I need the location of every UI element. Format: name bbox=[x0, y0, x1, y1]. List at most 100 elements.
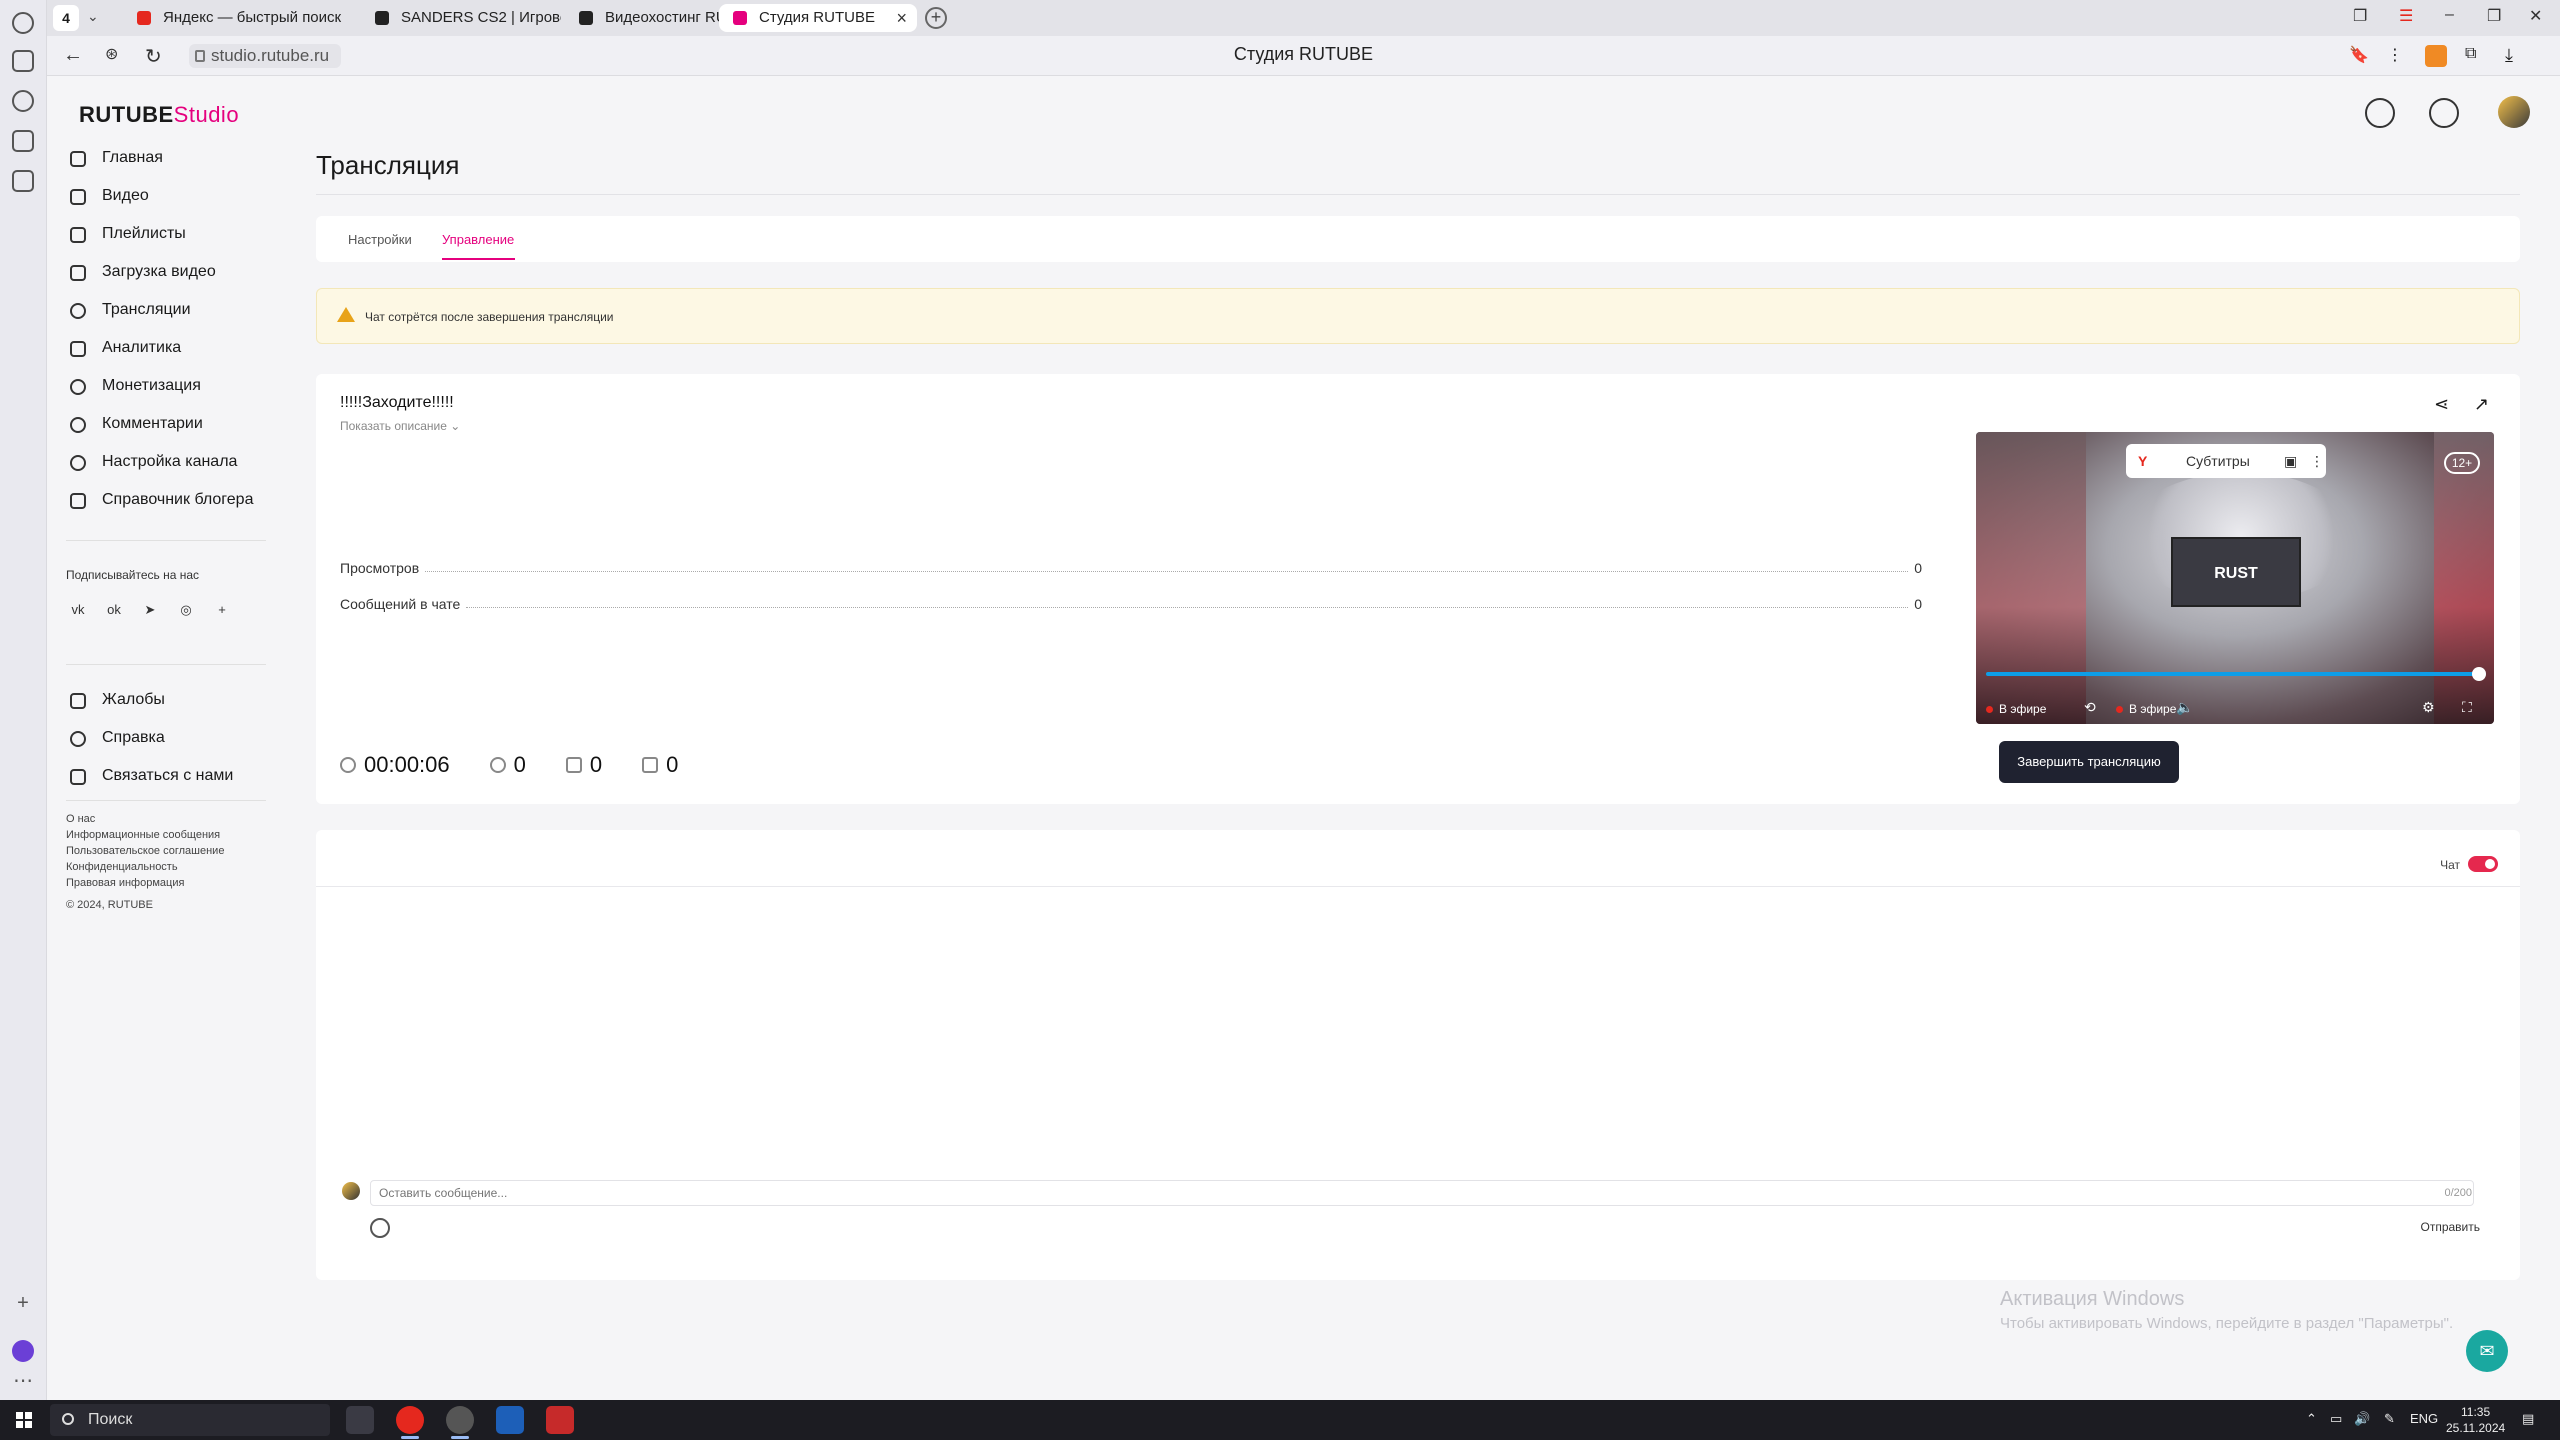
reload-icon[interactable]: ↻ bbox=[145, 44, 162, 69]
video-player[interactable]: RUST Y Субтитры ▣ ⋮ 12+ В эфире ⟲ В эфир… bbox=[1976, 432, 2494, 724]
chevron-down-icon[interactable]: ⌄ bbox=[87, 8, 99, 25]
sidebar-item-home[interactable]: Главная bbox=[68, 144, 268, 182]
network-icon[interactable]: ▭ bbox=[2330, 1411, 2342, 1427]
send-button[interactable]: Отправить bbox=[2420, 1220, 2480, 1234]
subtitles-button[interactable]: Субтитры bbox=[2186, 444, 2250, 478]
obs-icon[interactable] bbox=[446, 1406, 474, 1434]
footer-link-about[interactable]: О нас bbox=[66, 811, 224, 827]
yandex-browser-icon[interactable] bbox=[396, 1406, 424, 1434]
new-tab-plus-icon[interactable]: + bbox=[925, 7, 947, 29]
show-description-toggle[interactable]: Показать описание ⌄ bbox=[340, 419, 460, 433]
tab-count[interactable]: 4 bbox=[53, 5, 79, 31]
rutube-favicon-icon bbox=[579, 11, 593, 25]
browser-tab-studio[interactable]: Студия RUTUBE × bbox=[719, 4, 917, 32]
close-icon[interactable]: × bbox=[896, 4, 907, 32]
copyright: © 2024, RUTUBE bbox=[66, 899, 153, 911]
notifications-icon[interactable]: ▤ bbox=[2522, 1411, 2534, 1427]
footer-link-privacy[interactable]: Конфиденциальность bbox=[66, 859, 224, 875]
sidebar-item-comments[interactable]: Комментарии bbox=[68, 410, 268, 448]
player-progress-bar[interactable] bbox=[1986, 667, 2486, 681]
back-arrow-icon[interactable]: ← bbox=[63, 44, 83, 67]
windows-start-icon[interactable] bbox=[16, 1412, 32, 1428]
vk-icon[interactable]: vk bbox=[66, 598, 90, 622]
dotted-leader bbox=[466, 607, 1909, 608]
chat-message-input[interactable] bbox=[370, 1180, 2474, 1206]
footer-link-info[interactable]: Информационные сообщения bbox=[66, 827, 224, 843]
chat-char-count: 0/200 bbox=[2444, 1187, 2472, 1199]
progress-knob[interactable] bbox=[2472, 667, 2486, 681]
footer-link-legal[interactable]: Правовая информация bbox=[66, 875, 224, 891]
chat-toggle[interactable] bbox=[2468, 856, 2498, 872]
game-app-icon[interactable] bbox=[546, 1406, 574, 1434]
viber-icon[interactable]: ◎ bbox=[174, 598, 198, 622]
minimize-icon[interactable]: – bbox=[2445, 6, 2454, 24]
sidebar-item-playlists[interactable]: Плейлисты bbox=[68, 220, 268, 258]
more-icon[interactable]: ⋯ bbox=[12, 1370, 34, 1392]
rutube-studio-logo[interactable]: RUTUBEStudio bbox=[79, 102, 239, 128]
speaker-icon[interactable]: 🔊 bbox=[2354, 1411, 2370, 1427]
external-link-icon[interactable]: ↗ bbox=[2474, 394, 2494, 414]
tab-management[interactable]: Управление bbox=[442, 232, 514, 247]
alice-icon[interactable] bbox=[12, 1340, 34, 1362]
language-indicator[interactable]: ENG bbox=[2410, 1411, 2438, 1426]
end-stream-button[interactable]: Завершить трансляцию bbox=[1999, 741, 2179, 783]
emoji-icon[interactable] bbox=[370, 1218, 390, 1238]
avatar[interactable] bbox=[2498, 96, 2530, 128]
more-vertical-icon[interactable]: ⋮ bbox=[2387, 45, 2409, 67]
sidebar-item-help[interactable]: Справка bbox=[68, 724, 268, 762]
bell-icon[interactable] bbox=[2429, 98, 2459, 128]
app-window-icon[interactable] bbox=[496, 1406, 524, 1434]
extension-icon[interactable] bbox=[2425, 45, 2447, 67]
sidebar-item-broadcasts[interactable]: Трансляции bbox=[68, 296, 268, 334]
sidebar-item-analytics[interactable]: Аналитика bbox=[68, 334, 268, 372]
tabs-card: Настройки Управление bbox=[316, 216, 2520, 262]
sidebar-item-contact[interactable]: Связаться с нами bbox=[68, 762, 268, 800]
more-socials-icon[interactable]: + bbox=[210, 598, 234, 622]
footer-link-agreement[interactable]: Пользовательское соглашение bbox=[66, 843, 224, 859]
telegram-icon[interactable]: ➤ bbox=[138, 598, 162, 622]
restore-icon[interactable]: ❐ bbox=[2487, 6, 2501, 26]
media-icon[interactable] bbox=[12, 90, 34, 112]
rewind-icon[interactable]: ⟲ bbox=[2084, 699, 2096, 716]
support-chat-button[interactable]: ✉ bbox=[2466, 1330, 2508, 1372]
live-button[interactable]: В эфире bbox=[2116, 702, 2176, 716]
sidebar-item-complaints[interactable]: Жалобы bbox=[68, 686, 268, 724]
extensions-puzzle-icon[interactable]: ⧉ bbox=[2465, 45, 2487, 67]
yandex-menu-icon[interactable]: ☰ bbox=[2399, 6, 2413, 26]
share-icon[interactable]: ⋖ bbox=[2434, 394, 2454, 414]
dislikes-counter: 0 bbox=[642, 752, 678, 778]
sidebar-item-blogger-guide[interactable]: Справочник блогера bbox=[68, 486, 268, 524]
add-content-icon[interactable] bbox=[2365, 98, 2395, 128]
pip-icon[interactable]: ▣ bbox=[2284, 444, 2297, 478]
settings-icon[interactable]: ⚙ bbox=[2422, 699, 2435, 716]
taskbar-clock[interactable]: 11:35 25.11.2024 bbox=[2446, 1404, 2505, 1436]
browser-tab-sanders[interactable]: SANDERS CS2 | Игровой bbox=[361, 4, 561, 32]
protect-icon[interactable]: ⊛ bbox=[105, 44, 118, 64]
ok-icon[interactable]: ok bbox=[102, 598, 126, 622]
close-window-icon[interactable]: ✕ bbox=[2529, 6, 2542, 26]
volume-icon[interactable]: 🔈 bbox=[2176, 699, 2193, 716]
more-vertical-icon[interactable]: ⋮ bbox=[2310, 444, 2324, 478]
sidebar-item-monetization[interactable]: Монетизация bbox=[68, 372, 268, 410]
task-view-icon[interactable] bbox=[346, 1406, 374, 1434]
tab-groups-icon[interactable] bbox=[12, 130, 34, 152]
yandex-icon[interactable]: Y bbox=[2138, 444, 2147, 478]
collections-icon[interactable] bbox=[12, 50, 34, 72]
plus-icon[interactable]: + bbox=[12, 1292, 34, 1314]
tray-chevron-up-icon[interactable]: ⌃ bbox=[2306, 1411, 2317, 1427]
fullscreen-icon[interactable]: ⛶ bbox=[2462, 699, 2472, 716]
sidebar-item-video[interactable]: Видео bbox=[68, 182, 268, 220]
window-manager-icon[interactable]: ❐ bbox=[2353, 6, 2367, 26]
url-field[interactable]: studio.rutube.ru bbox=[189, 44, 342, 68]
screenshot-icon[interactable] bbox=[12, 170, 34, 192]
viewers-counter: 0 bbox=[489, 752, 526, 778]
sidebar-item-upload[interactable]: Загрузка видео bbox=[68, 258, 268, 296]
bookmark-icon[interactable]: 🔖 bbox=[2349, 45, 2371, 67]
download-icon[interactable]: ⤓ bbox=[2505, 45, 2527, 67]
tab-settings[interactable]: Настройки bbox=[348, 232, 412, 247]
history-icon[interactable] bbox=[12, 12, 34, 34]
pen-icon[interactable]: ✎ bbox=[2384, 1411, 2395, 1427]
browser-tab-yandex[interactable]: Яндекс — быстрый поиск bbox=[123, 4, 357, 32]
sidebar-item-channel-settings[interactable]: Настройка канала bbox=[68, 448, 268, 486]
taskbar-search[interactable]: Поиск bbox=[50, 1404, 330, 1436]
